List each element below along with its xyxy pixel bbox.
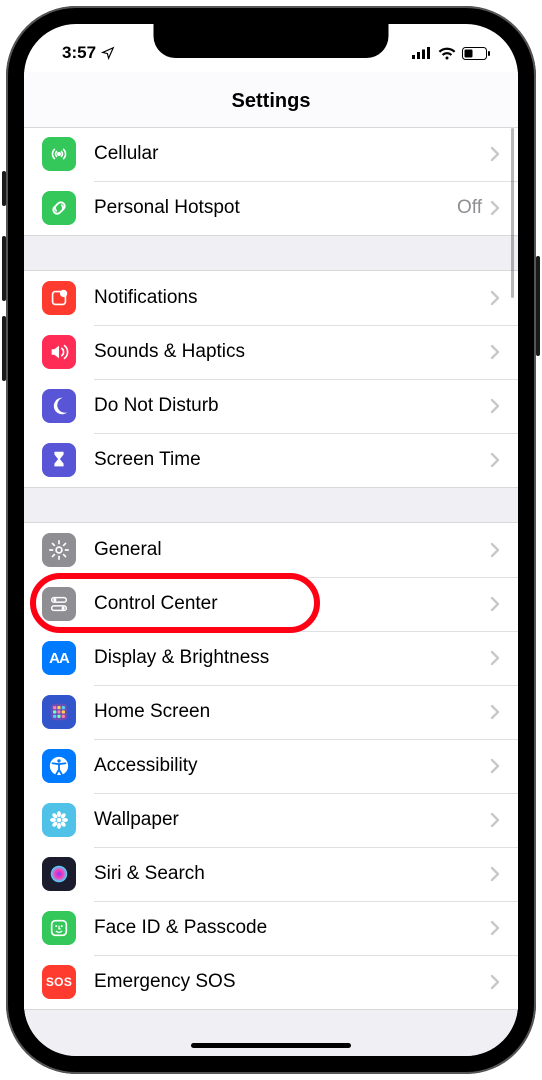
- row-label: Face ID & Passcode: [94, 917, 490, 939]
- moon-icon: [42, 389, 76, 423]
- row-general[interactable]: General: [24, 523, 518, 577]
- row-label: Do Not Disturb: [94, 395, 490, 417]
- chevron-right-icon: [490, 146, 500, 162]
- page-title: Settings: [24, 72, 518, 128]
- speaker-icon: [42, 335, 76, 369]
- status-time: 3:57: [62, 43, 96, 63]
- volume-up-button: [2, 236, 6, 301]
- row-display[interactable]: AA Display & Brightness: [24, 631, 518, 685]
- row-screentime[interactable]: Screen Time: [24, 433, 518, 487]
- chevron-right-icon: [490, 200, 500, 216]
- row-label: Wallpaper: [94, 809, 490, 831]
- settings-section: General Control Center AA Display & Brightn…: [24, 522, 518, 1010]
- chevron-right-icon: [490, 650, 500, 666]
- row-label: General: [94, 539, 490, 561]
- device-frame: 3:57 Settings: [6, 6, 536, 1074]
- face-icon: [42, 911, 76, 945]
- row-wallpaper[interactable]: Wallpaper: [24, 793, 518, 847]
- battery-icon: [462, 47, 490, 60]
- row-sounds[interactable]: Sounds & Haptics: [24, 325, 518, 379]
- row-label: Siri & Search: [94, 863, 490, 885]
- notch: [154, 24, 389, 58]
- settings-section: Cellular Personal HotspotOff: [24, 128, 518, 236]
- gear-icon: [42, 533, 76, 567]
- row-label: Control Center: [94, 593, 490, 615]
- row-label: Accessibility: [94, 755, 490, 777]
- row-label: Screen Time: [94, 449, 490, 471]
- chevron-right-icon: [490, 812, 500, 828]
- row-controlcenter[interactable]: Control Center: [24, 577, 518, 631]
- location-arrow-icon: [101, 46, 115, 60]
- hourglass-icon: [42, 443, 76, 477]
- mute-switch: [2, 171, 6, 206]
- cellular-signal-icon: [412, 47, 432, 59]
- row-label: Sounds & Haptics: [94, 341, 490, 363]
- scroll-indicator[interactable]: [511, 128, 514, 298]
- row-label: Notifications: [94, 287, 490, 309]
- power-button: [536, 256, 540, 356]
- volume-down-button: [2, 316, 6, 381]
- accessibility-icon: [42, 749, 76, 783]
- chevron-right-icon: [490, 866, 500, 882]
- row-sos[interactable]: SOS Emergency SOS: [24, 955, 518, 1009]
- row-faceid[interactable]: Face ID & Passcode: [24, 901, 518, 955]
- chevron-right-icon: [490, 542, 500, 558]
- wifi-icon: [438, 47, 456, 60]
- chevron-right-icon: [490, 398, 500, 414]
- settings-list[interactable]: Cellular Personal HotspotOff Notifications…: [24, 128, 518, 1056]
- chevron-right-icon: [490, 758, 500, 774]
- notifications-icon: [42, 281, 76, 315]
- siri-icon: [42, 857, 76, 891]
- chevron-right-icon: [490, 344, 500, 360]
- row-detail: Off: [457, 197, 482, 219]
- row-accessibility[interactable]: Accessibility: [24, 739, 518, 793]
- flower-icon: [42, 803, 76, 837]
- row-label: Home Screen: [94, 701, 490, 723]
- switches-icon: [42, 587, 76, 621]
- sos-icon: SOS: [42, 965, 76, 999]
- row-label: Display & Brightness: [94, 647, 490, 669]
- chevron-right-icon: [490, 974, 500, 990]
- grid-icon: [42, 695, 76, 729]
- antenna-icon: [42, 137, 76, 171]
- row-homescreen[interactable]: Home Screen: [24, 685, 518, 739]
- row-cellular[interactable]: Cellular: [24, 128, 518, 181]
- chevron-right-icon: [490, 452, 500, 468]
- aa-icon: AA: [42, 641, 76, 675]
- link-icon: [42, 191, 76, 225]
- chevron-right-icon: [490, 290, 500, 306]
- row-label: Personal Hotspot: [94, 197, 457, 219]
- row-label: Emergency SOS: [94, 971, 490, 993]
- chevron-right-icon: [490, 596, 500, 612]
- row-label: Cellular: [94, 143, 490, 165]
- home-indicator[interactable]: [191, 1043, 351, 1048]
- row-dnd[interactable]: Do Not Disturb: [24, 379, 518, 433]
- chevron-right-icon: [490, 920, 500, 936]
- settings-section: Notifications Sounds & Haptics Do Not Dist…: [24, 270, 518, 488]
- row-siri[interactable]: Siri & Search: [24, 847, 518, 901]
- row-notifications[interactable]: Notifications: [24, 271, 518, 325]
- chevron-right-icon: [490, 704, 500, 720]
- screen: 3:57 Settings: [24, 24, 518, 1056]
- row-hotspot[interactable]: Personal HotspotOff: [24, 181, 518, 235]
